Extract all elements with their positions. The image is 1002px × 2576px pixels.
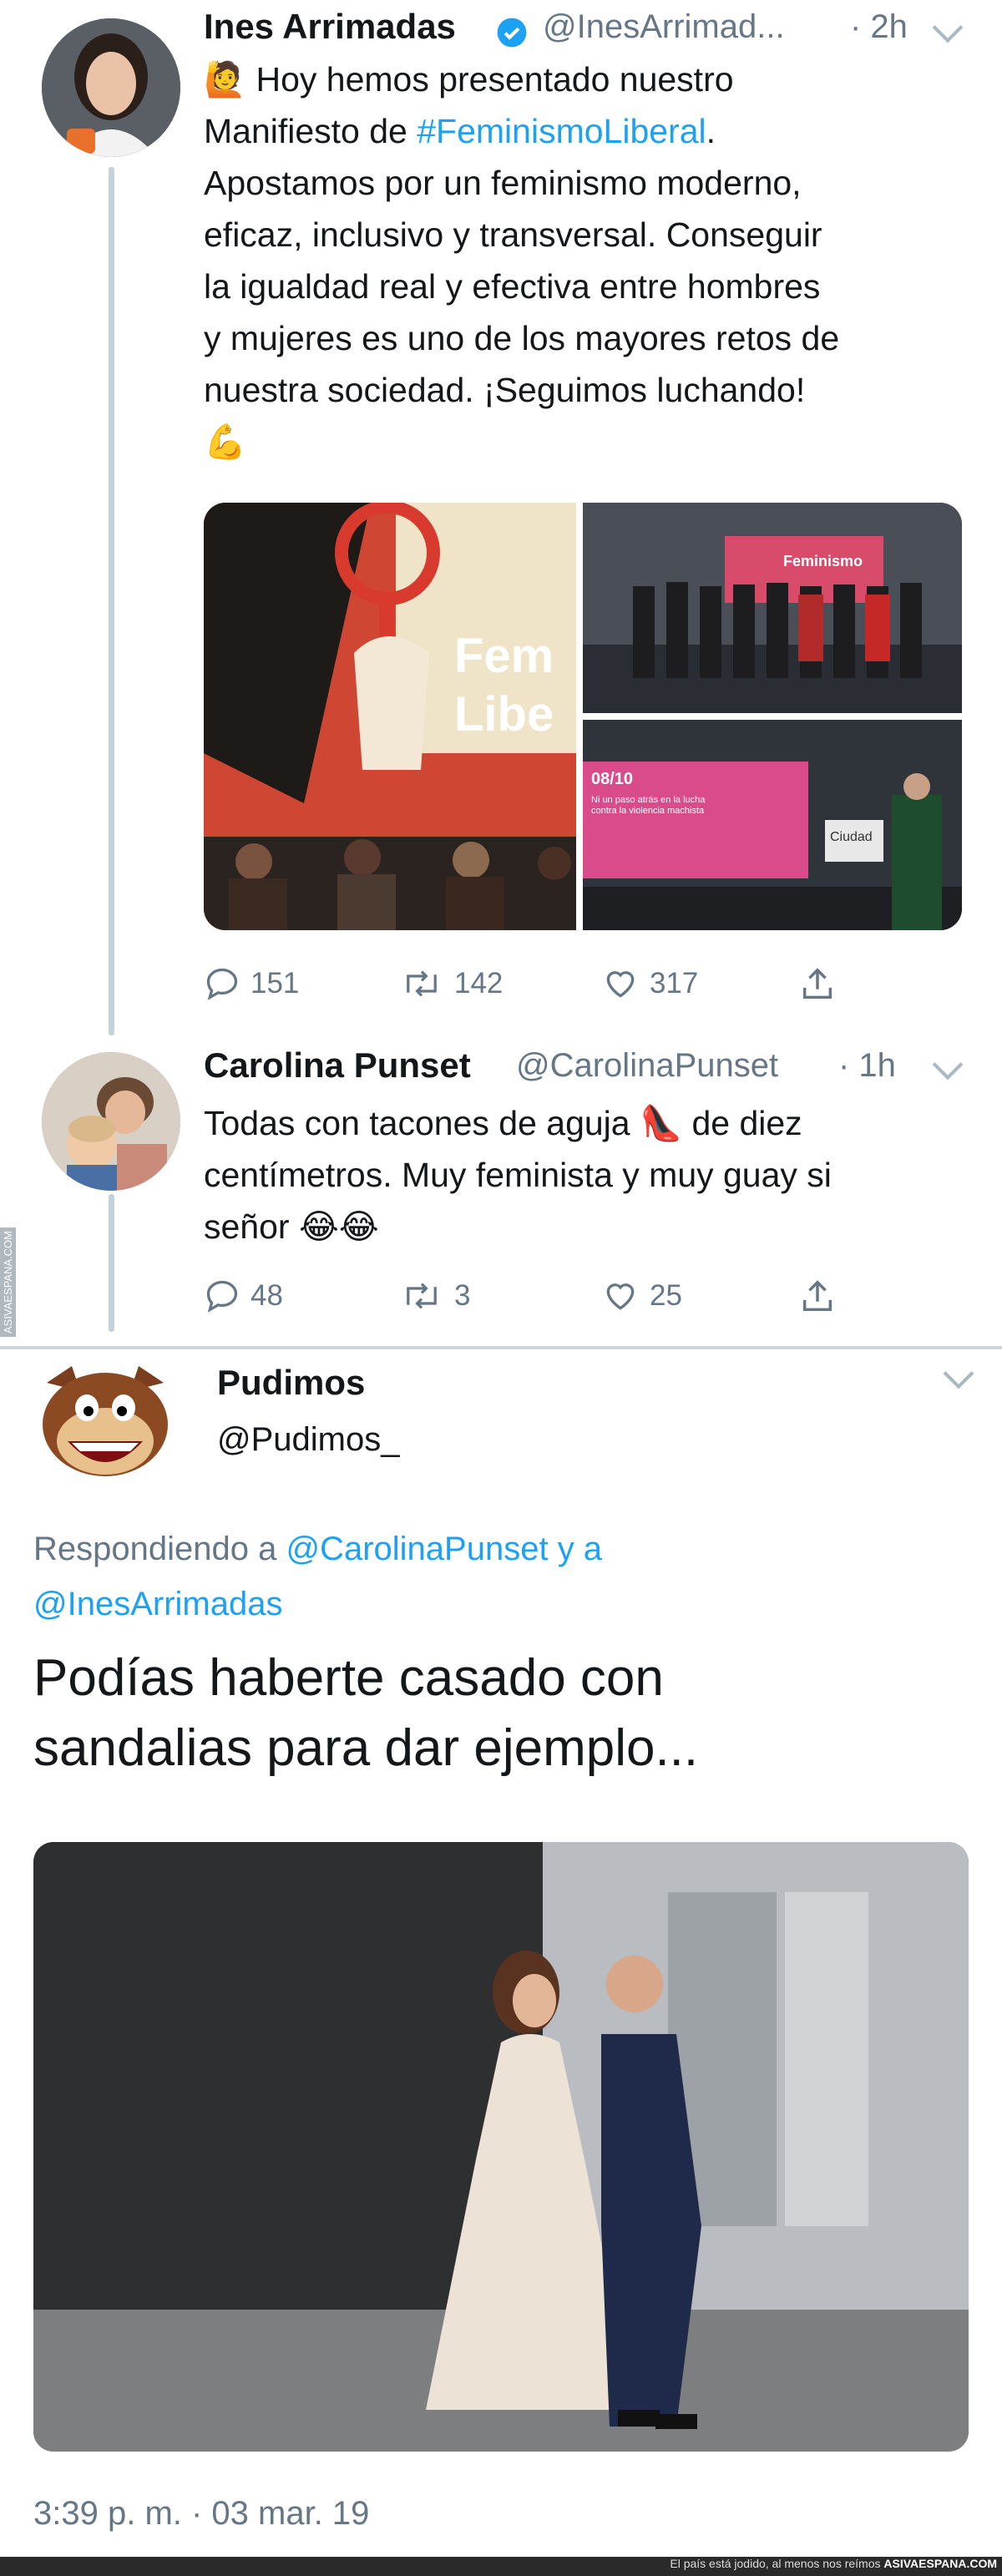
tweet1-retweet-count: 142 (454, 967, 504, 1000)
avatar-carolina[interactable] (42, 1052, 180, 1191)
tweet3-more-chevron-icon[interactable] (943, 1358, 974, 1389)
retweet-icon (407, 1283, 437, 1309)
media-image-1-text1: Fem (454, 629, 554, 683)
avatar-pudimos[interactable] (30, 1349, 180, 1495)
tweet1-more-chevron-icon[interactable] (932, 12, 964, 43)
tweet3-text: Podías haberte casado con sandalias para… (33, 1643, 969, 1784)
tweet3-media-image[interactable] (33, 1842, 969, 2452)
reply-icon (206, 1280, 238, 1313)
tweet1-text: 🙋 Hoy hemos presentado nuestro Manifiest… (204, 53, 972, 468)
watermark-vertical: ASIVAESPANA.COM (0, 1227, 16, 1338)
tweet3-handle[interactable]: @Pudimos_ (217, 1421, 399, 1459)
tweet2-line2: centímetros. Muy feminista y muy guay si (204, 1156, 832, 1194)
tweet1-line2: Manifiesto de (204, 112, 418, 150)
hashtag-feminismoliberal[interactable]: #FeminismoLiberal (417, 112, 706, 150)
replying-user-ines[interactable]: @InesArrimadas (33, 1576, 952, 1632)
tweet1-time: · 2h (850, 8, 908, 45)
tweet1-line1: Hoy hemos presentado nuestro (256, 60, 734, 99)
avatar-carolina-image (42, 1052, 180, 1191)
tweet2-line1: Todas con tacones de aguja (204, 1104, 640, 1142)
replying-prefix: Respondiendo a (33, 1531, 286, 1567)
raising-hand-emoji: 🙋 (204, 60, 247, 99)
media-image-1-text2: Libe (454, 687, 554, 741)
share-icon (802, 1280, 832, 1312)
tweet2-retweet-button[interactable]: 3 (399, 1278, 470, 1314)
verified-icon (496, 17, 528, 48)
tweet2-text: Todas con tacones de aguja 👠 de diez cen… (204, 1097, 972, 1253)
tweet3-timestamp: 3:39 p. m. · 03 mar. 19 (33, 2495, 370, 2532)
flexed-biceps-emoji: 💪 (204, 423, 247, 461)
tweet3-author-name[interactable]: Pudimos (217, 1363, 365, 1403)
media-image-1[interactable]: Fem Libe (204, 503, 576, 930)
tweet1-handle[interactable]: @InesArrimad... (543, 8, 785, 46)
thread-line (109, 167, 114, 1035)
tweet1-like-count: 317 (650, 967, 699, 1000)
tweet2-handle[interactable]: @CarolinaPunset (516, 1047, 778, 1085)
tweet2-more-chevron-icon[interactable] (932, 1049, 964, 1081)
tweet1-reply-button[interactable]: 151 (204, 965, 299, 1002)
tweet2-like-count: 25 (650, 1279, 682, 1312)
media-image-2[interactable]: Feminismo (583, 503, 962, 713)
tweet1-line7: nuestra sociedad. ¡Seguimos luchando! (204, 371, 806, 409)
footer-site[interactable]: ASIVAESPANA.COM (883, 2557, 1002, 2570)
tweet1-line2-end: . (706, 112, 716, 150)
tweet2-reply-button[interactable]: 48 (204, 1278, 283, 1314)
tweet1-retweet-button[interactable]: 142 (399, 965, 503, 1002)
tweet1-line3: Apostamos por un feminismo moderno, (204, 164, 802, 202)
tweet1-share-button[interactable] (798, 965, 837, 1004)
media-image-2-text: Feminismo (783, 553, 863, 569)
wedding-photo-graphic (33, 1842, 969, 2452)
tweet1-line6: y mujeres es uno de los mayores retos de (204, 319, 840, 357)
tweet2-author-name[interactable]: Carolina Punset (204, 1045, 471, 1086)
high-heel-emoji: 👠 (640, 1104, 683, 1142)
tweet2-retweet-count: 3 (454, 1279, 471, 1312)
tweet1-like-button[interactable]: 317 (601, 965, 698, 1002)
avatar-pudimos-image (30, 1349, 180, 1495)
media-image-3-caption: Ni un paso atrás en la lucha contra la v… (591, 795, 706, 816)
tweet1-media-grid[interactable]: Fem Libe Feminismo 08/10 Ni un paso atrá… (204, 503, 962, 930)
tweet1-reply-count: 151 (250, 967, 300, 1000)
avatar-ines-image (42, 18, 180, 157)
tweet3-line2: sandalias para dar ejemplo... (33, 1719, 699, 1777)
share-icon (802, 968, 832, 1000)
media-image-2-graphic (583, 503, 962, 713)
tweet2-share-button[interactable] (798, 1278, 837, 1316)
tweet1-line5: la igualdad real y efectiva entre hombre… (204, 267, 821, 306)
media-image-3-graphic (583, 720, 962, 930)
retweet-icon (407, 970, 437, 997)
footer-caption: El país está jodido, al menos nos reímos (670, 2557, 884, 2570)
media-image-3[interactable]: 08/10 Ni un paso atrás en la lucha contr… (583, 720, 962, 930)
tweet2-line1-end: de diez (682, 1104, 802, 1142)
laughing-emoji: 😂😂 (298, 1207, 379, 1246)
heart-icon (606, 1283, 635, 1310)
media-image-3-date: 08/10 (591, 770, 634, 788)
footer-bar: El país está jodido, al menos nos reímos… (0, 2557, 1002, 2576)
media-image-3-sign: Ciudad (830, 830, 873, 844)
replying-to: Respondiendo a @CarolinaPunset y a @Ines… (33, 1521, 952, 1632)
avatar-ines[interactable] (42, 18, 180, 157)
replying-user-carolina[interactable]: @CarolinaPunset (286, 1531, 548, 1567)
tweet3-line1: Podías haberte casado con (33, 1649, 664, 1707)
tweet1-author-name[interactable]: Ines Arrimadas (204, 7, 456, 47)
heart-icon (606, 971, 635, 998)
tweet2-time: · 1h (838, 1047, 896, 1084)
replying-and: y a (548, 1531, 603, 1567)
tweet2-reply-count: 48 (250, 1279, 283, 1312)
reply-icon (206, 968, 238, 1000)
tweet2-line3: señor (204, 1207, 299, 1246)
tweet2-like-button[interactable]: 25 (601, 1278, 682, 1314)
thread-line-2 (109, 1194, 114, 1332)
tweet1-line4: eficaz, inclusivo y transversal. Consegu… (204, 215, 822, 254)
